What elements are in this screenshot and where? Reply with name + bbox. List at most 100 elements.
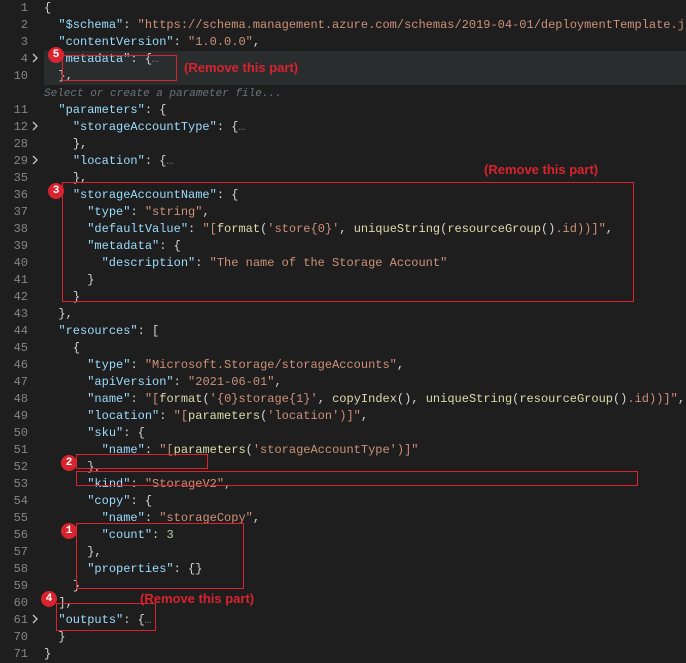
- json-key: "name": [102, 511, 145, 525]
- json-key: "kind": [87, 477, 130, 491]
- json-string: "https://schema.management.azure.com/sch…: [138, 18, 686, 32]
- chevron-right-icon[interactable]: [30, 121, 40, 131]
- line-number: 3: [0, 34, 38, 51]
- code-content[interactable]: { "$schema": "https://schema.management.…: [42, 0, 686, 634]
- json-key: "copy": [87, 494, 130, 508]
- json-string: "The name of the Storage Account": [210, 256, 448, 270]
- chevron-right-icon[interactable]: [30, 53, 40, 63]
- line-number-gutter: 1234101112282935363738394041424344454647…: [0, 0, 42, 634]
- json-string: "[: [159, 443, 173, 457]
- annotation-marker: 5: [48, 47, 64, 63]
- json-string: "[: [174, 409, 188, 423]
- line-number: 12: [0, 119, 38, 136]
- json-key: "name": [87, 392, 130, 406]
- line-number: 41: [0, 272, 38, 289]
- annotation-marker: 3: [48, 183, 64, 199]
- json-key: "location": [73, 154, 145, 168]
- json-string: "[: [145, 392, 159, 406]
- json-key: "name": [102, 443, 145, 457]
- line-number: 59: [0, 578, 38, 595]
- line-number: 60: [0, 595, 38, 612]
- line-number: 43: [0, 306, 38, 323]
- json-key: "outputs": [58, 613, 123, 627]
- fold-ellipsis[interactable]: …: [166, 154, 173, 168]
- fold-ellipsis[interactable]: …: [152, 52, 159, 66]
- line-number: 1: [0, 0, 38, 17]
- json-key: "description": [102, 256, 196, 270]
- json-key: "type": [87, 358, 130, 372]
- fn: format: [217, 222, 260, 236]
- parameter-file-hint[interactable]: Select or create a parameter file...: [44, 88, 282, 100]
- line-number: 37: [0, 204, 38, 221]
- fn: resourceGroup: [447, 222, 541, 236]
- json-key: "$schema": [58, 18, 123, 32]
- fn: copyIndex: [332, 392, 397, 406]
- line-number: 28: [0, 136, 38, 153]
- line-number: 54: [0, 493, 38, 510]
- line-number: 58: [0, 561, 38, 578]
- json-key: "type": [87, 205, 130, 219]
- code-editor[interactable]: 1234101112282935363738394041424344454647…: [0, 0, 686, 634]
- line-number: 11: [0, 102, 38, 119]
- json-string: "Microsoft.Storage/storageAccounts": [145, 358, 397, 372]
- json-key: "properties": [87, 562, 173, 576]
- line-number: 57: [0, 544, 38, 561]
- line-number: 38: [0, 221, 38, 238]
- line-number: 2: [0, 17, 38, 34]
- annotation-marker: 1: [61, 523, 77, 539]
- line-number: 46: [0, 357, 38, 374]
- json-string: "[: [202, 222, 216, 236]
- json-string: "string": [145, 205, 203, 219]
- json-key: "storageAccountName": [73, 188, 217, 202]
- brace: {: [44, 1, 51, 15]
- json-string: .id))]": [555, 222, 605, 236]
- json-key: "parameters": [58, 103, 144, 117]
- fn: parameters: [188, 409, 260, 423]
- json-key: "storageAccountType": [73, 120, 217, 134]
- line-number: 29: [0, 153, 38, 170]
- json-string: )]": [339, 409, 361, 423]
- fold-ellipsis[interactable]: …: [145, 613, 152, 627]
- fn: uniqueString: [426, 392, 512, 406]
- json-key: "apiVersion": [87, 375, 173, 389]
- json-string: "2021-06-01": [188, 375, 274, 389]
- arg: 'store{0}': [267, 222, 339, 236]
- fn: parameters: [174, 443, 246, 457]
- json-key: "sku": [87, 426, 123, 440]
- json-key: "metadata": [58, 52, 130, 66]
- line-number: 39: [0, 238, 38, 255]
- line-number: 71: [0, 646, 38, 663]
- json-key: "contentVersion": [58, 35, 173, 49]
- line-number: 61: [0, 612, 38, 629]
- line-number: 42: [0, 289, 38, 306]
- line-number: 53: [0, 476, 38, 493]
- json-string: "StorageV2": [145, 477, 224, 491]
- line-number: 52: [0, 459, 38, 476]
- line-number: 47: [0, 374, 38, 391]
- line-number: 40: [0, 255, 38, 272]
- json-key: "resources": [58, 324, 137, 338]
- line-number: 35: [0, 170, 38, 187]
- chevron-right-icon[interactable]: [30, 614, 40, 624]
- json-key: "count": [102, 528, 152, 542]
- fn: format: [159, 392, 202, 406]
- line-number: 36: [0, 187, 38, 204]
- json-number: 3: [166, 528, 173, 542]
- json-string: .id))]": [627, 392, 677, 406]
- fn: resourceGroup: [519, 392, 613, 406]
- brace: },: [73, 171, 87, 185]
- brace: },: [58, 69, 72, 83]
- line-number: 4: [0, 51, 38, 68]
- fold-ellipsis[interactable]: …: [238, 120, 245, 134]
- json-key: "location": [87, 409, 159, 423]
- line-number: [0, 85, 38, 102]
- line-number: 45: [0, 340, 38, 357]
- json-key: "metadata": [87, 239, 159, 253]
- annotation-text: (Remove this part): [140, 591, 254, 606]
- arg: '{0}storage{1}': [210, 392, 318, 406]
- line-number: 10: [0, 68, 38, 85]
- line-number: 50: [0, 425, 38, 442]
- chevron-right-icon[interactable]: [30, 155, 40, 165]
- line-number: 70: [0, 629, 38, 646]
- line-number: 44: [0, 323, 38, 340]
